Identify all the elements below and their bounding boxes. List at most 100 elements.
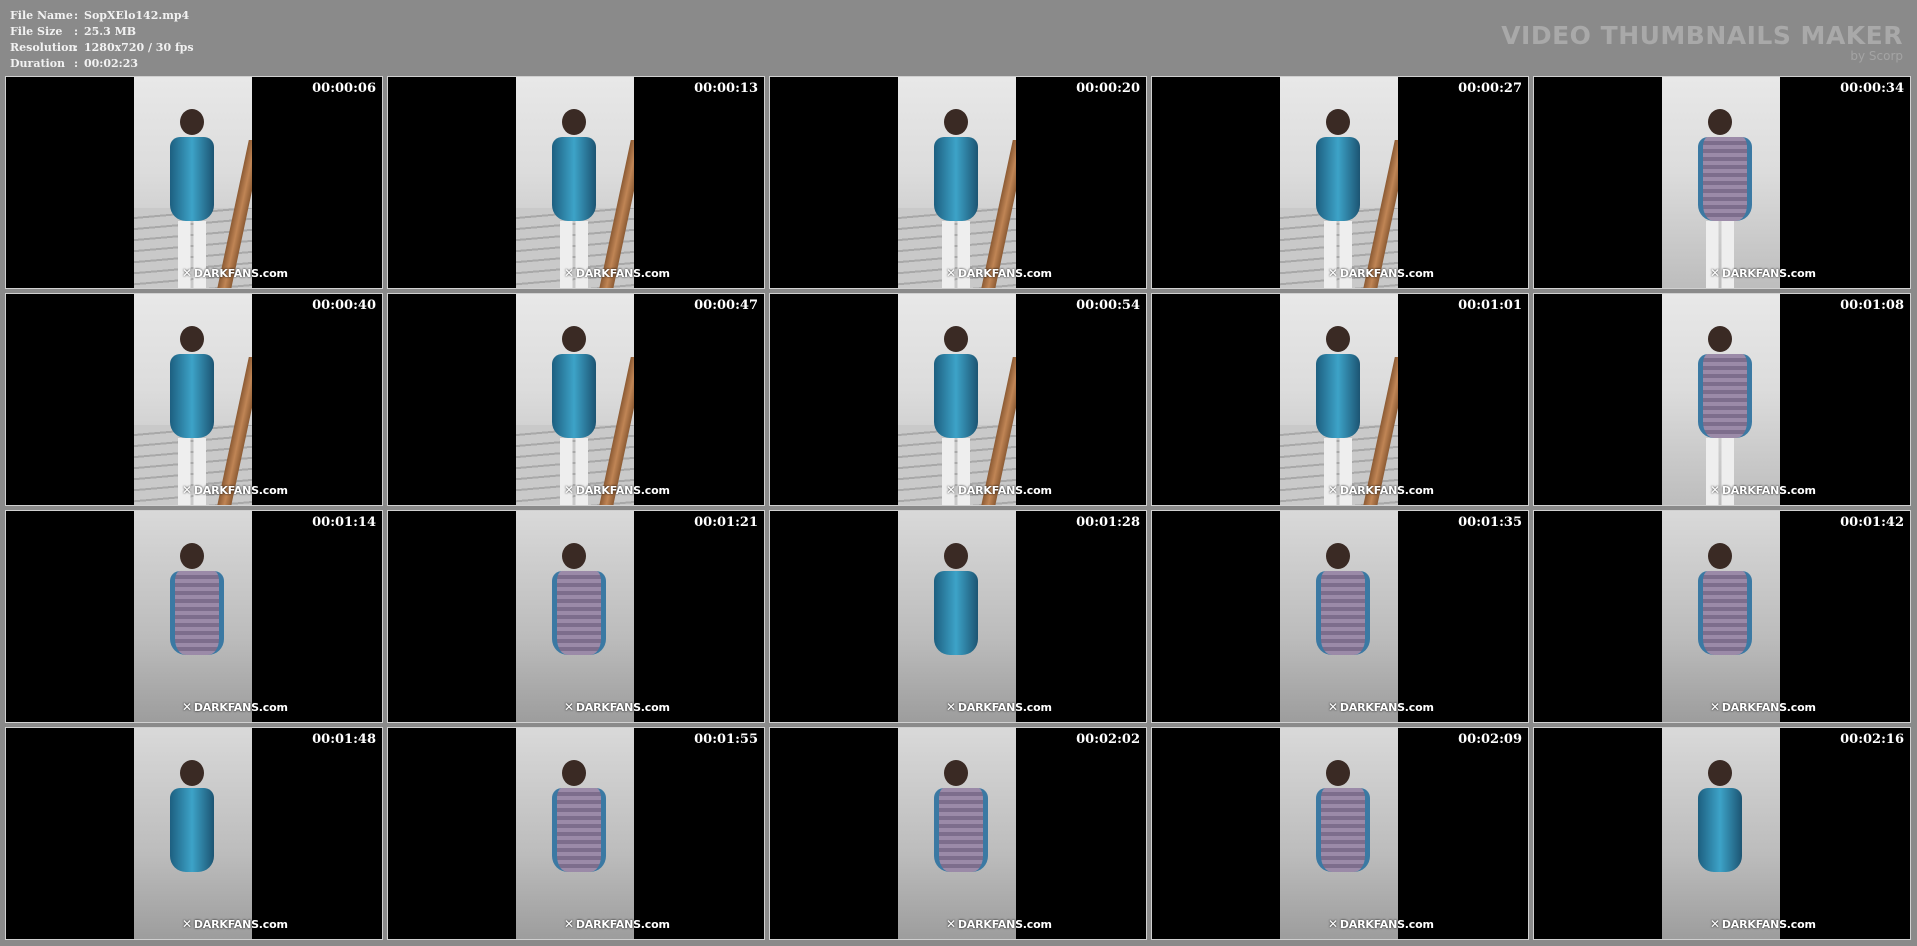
thumbnail[interactable]: ✕ DARKFANS.com 00:01:01	[1151, 293, 1529, 506]
head	[1326, 326, 1350, 353]
dress	[1698, 137, 1752, 221]
mask-logo-icon: ✕	[946, 700, 956, 714]
mask-logo-icon: ✕	[1710, 700, 1720, 714]
mask-logo-icon: ✕	[1710, 917, 1720, 931]
thumbnail[interactable]: ✕ DARKFANS.com 00:00:13	[387, 76, 765, 289]
thumbnail[interactable]: ✕ DARKFANS.com 00:00:20	[769, 76, 1147, 289]
watermark: ✕ DARKFANS.com	[1710, 483, 1816, 497]
mask-logo-icon: ✕	[1710, 266, 1720, 280]
mask-logo-icon: ✕	[564, 266, 574, 280]
watermark-text: DARKFANS.com	[575, 918, 670, 931]
info-row-duration: Duration : 00:02:23	[10, 56, 194, 72]
info-row-file-name: File Name : SopXElo142.mp4	[10, 8, 194, 24]
person-figure	[926, 741, 988, 939]
thumbnail[interactable]: ✕ DARKFANS.com 00:00:06	[5, 76, 383, 289]
timestamp: 00:01:21	[694, 515, 758, 530]
watermark: ✕ DARKFANS.com	[1710, 266, 1816, 280]
person-figure	[1690, 90, 1752, 288]
head	[1326, 760, 1350, 787]
mask-logo-icon: ✕	[1328, 917, 1338, 931]
head	[562, 543, 586, 570]
thumbnail[interactable]: ✕ DARKFANS.com 00:01:14	[5, 510, 383, 723]
thumbnail-grid: ✕ DARKFANS.com 00:00:06 ✕ DARKFANS.com 00:00:…	[5, 76, 1911, 940]
video-frame	[1662, 294, 1780, 505]
person-figure	[162, 524, 224, 722]
head	[944, 543, 968, 570]
info-row-resolution: Resolution : 1280x720 / 30 fps	[10, 40, 194, 56]
person-figure	[1308, 90, 1368, 288]
video-frame	[1662, 511, 1780, 722]
timestamp: 00:01:55	[694, 732, 758, 747]
dress	[934, 354, 978, 438]
watermark-text: DARKFANS.com	[957, 267, 1052, 280]
mask-logo-icon: ✕	[946, 917, 956, 931]
mask-logo-icon: ✕	[564, 917, 574, 931]
video-frame	[134, 728, 252, 939]
video-frame	[134, 294, 252, 505]
watermark: ✕ DARKFANS.com	[946, 483, 1052, 497]
info-key: File Size	[10, 25, 63, 38]
thumbnail[interactable]: ✕ DARKFANS.com 00:00:40	[5, 293, 383, 506]
brand-byline: by Scorp	[1850, 49, 1903, 63]
thumbnail[interactable]: ✕ DARKFANS.com 00:01:55	[387, 727, 765, 940]
watermark-text: DARKFANS.com	[1721, 267, 1816, 280]
head	[562, 326, 586, 353]
dress	[170, 354, 214, 438]
dress	[170, 788, 214, 872]
info-value-duration: 00:02:23	[84, 57, 139, 70]
thumbnail[interactable]: ✕ DARKFANS.com 00:01:21	[387, 510, 765, 723]
mask-logo-icon: ✕	[1328, 700, 1338, 714]
timestamp: 00:00:47	[694, 298, 758, 313]
thumbnail[interactable]: ✕ DARKFANS.com 00:00:34	[1533, 76, 1911, 289]
thumbnail[interactable]: ✕ DARKFANS.com 00:01:35	[1151, 510, 1529, 723]
video-frame	[1280, 511, 1398, 722]
video-frame	[516, 294, 634, 505]
person-figure	[926, 90, 986, 288]
watermark-text: DARKFANS.com	[193, 918, 288, 931]
person-figure	[1690, 741, 1750, 939]
person-figure	[1690, 307, 1752, 505]
brand-logo: VIDEO THUMBNAILS MAKER by Scorp	[1501, 22, 1903, 63]
dress	[1316, 354, 1360, 438]
person-figure	[1308, 307, 1368, 505]
video-frame	[898, 511, 1016, 722]
person-figure	[162, 741, 222, 939]
head	[180, 760, 204, 787]
head	[1708, 326, 1732, 353]
video-frame	[134, 511, 252, 722]
head	[944, 326, 968, 353]
video-frame	[516, 77, 634, 288]
thumbnail[interactable]: ✕ DARKFANS.com 00:00:54	[769, 293, 1147, 506]
timestamp: 00:00:06	[312, 81, 376, 96]
thumbnail[interactable]: ✕ DARKFANS.com 00:02:16	[1533, 727, 1911, 940]
watermark-text: DARKFANS.com	[193, 701, 288, 714]
mask-logo-icon: ✕	[182, 266, 192, 280]
info-separator: :	[74, 41, 79, 54]
thumbnail[interactable]: ✕ DARKFANS.com 00:01:42	[1533, 510, 1911, 723]
head	[1708, 109, 1732, 136]
timestamp: 00:01:14	[312, 515, 376, 530]
mask-logo-icon: ✕	[182, 700, 192, 714]
watermark-text: DARKFANS.com	[1339, 484, 1434, 497]
dress	[170, 137, 214, 221]
thumbnail[interactable]: ✕ DARKFANS.com 00:02:02	[769, 727, 1147, 940]
thumbnail[interactable]: ✕ DARKFANS.com 00:01:48	[5, 727, 383, 940]
thumbnail[interactable]: ✕ DARKFANS.com 00:01:28	[769, 510, 1147, 723]
video-frame	[1280, 728, 1398, 939]
mask-logo-icon: ✕	[564, 483, 574, 497]
dress	[934, 788, 988, 872]
dress	[1316, 571, 1370, 655]
watermark-text: DARKFANS.com	[575, 267, 670, 280]
head	[944, 760, 968, 787]
mask-logo-icon: ✕	[1710, 483, 1720, 497]
info-separator: :	[74, 57, 79, 70]
thumbnail[interactable]: ✕ DARKFANS.com 00:00:47	[387, 293, 765, 506]
head	[562, 109, 586, 136]
thumbnail[interactable]: ✕ DARKFANS.com 00:02:09	[1151, 727, 1529, 940]
timestamp: 00:00:40	[312, 298, 376, 313]
dress	[552, 137, 596, 221]
info-value-file-name: SopXElo142.mp4	[84, 9, 190, 22]
thumbnail[interactable]: ✕ DARKFANS.com 00:00:27	[1151, 76, 1529, 289]
info-value-resolution: 1280x720 / 30 fps	[84, 41, 194, 54]
thumbnail[interactable]: ✕ DARKFANS.com 00:01:08	[1533, 293, 1911, 506]
